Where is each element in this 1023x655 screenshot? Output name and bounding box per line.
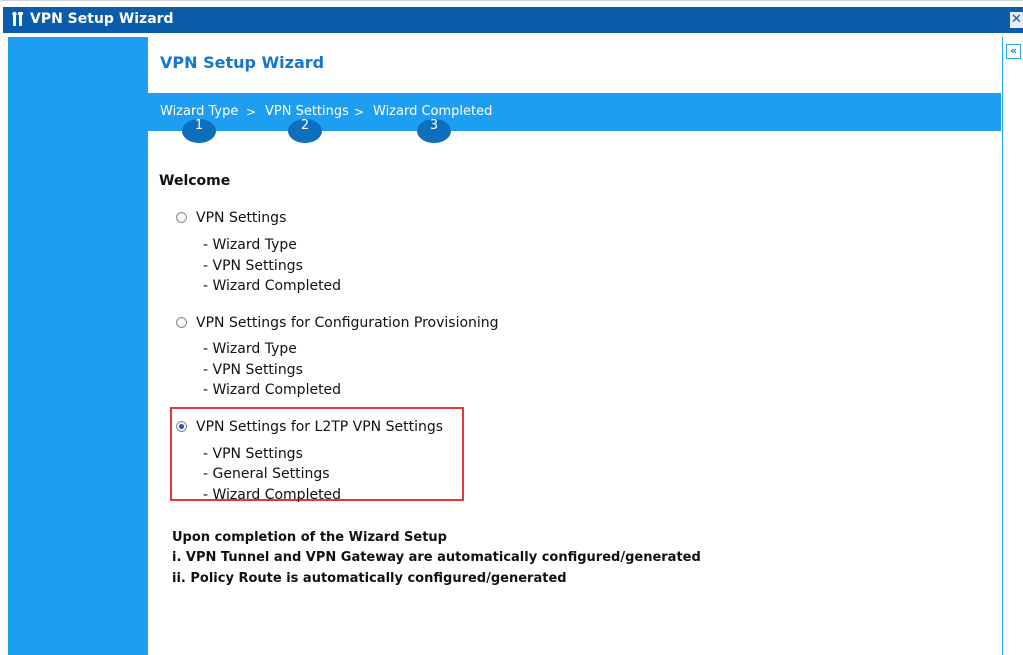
wizard-steps-bar: Wizard Type 1 > VPN Settings 2 > Wizard … [148,93,1001,143]
step-number-badge: 3 [417,119,451,143]
wizard-content: VPN Setup Wizard Wizard Type 1 > VPN Set… [148,37,1001,655]
right-side-bar: « [1002,37,1023,655]
option-sub-item: - Wizard Completed [203,487,342,503]
completion-note-line: ii. Policy Route is automatically config… [172,571,567,586]
option-sub-item: - Wizard Completed [203,278,342,294]
welcome-heading: Welcome [159,173,231,189]
step-number-badge: 2 [288,119,322,143]
radio-config-provisioning[interactable] [176,317,187,328]
wizard-window: VPN Setup Wizard ✕ VPN Setup Wizard Wiza… [0,0,1023,655]
option-sub-item: - Wizard Type [203,237,297,253]
step-number-badge: 1 [182,119,216,143]
completion-note-heading: Upon completion of the Wizard Setup [172,530,447,545]
option-sub-item: - Wizard Completed [203,382,342,398]
step-separator-icon: > [354,105,365,119]
option-label[interactable]: VPN Settings [196,210,286,226]
close-icon[interactable]: ✕ [1010,12,1023,28]
step-separator-icon: > [246,105,257,119]
option-sub-item: - VPN Settings [203,258,303,274]
title-bar: VPN Setup Wizard ✕ [0,0,1023,33]
option-label[interactable]: VPN Settings for Configuration Provision… [196,315,499,331]
option-label[interactable]: VPN Settings for L2TP VPN Settings [196,419,443,435]
completion-note-line: i. VPN Tunnel and VPN Gateway are automa… [172,550,701,565]
radio-vpn-settings[interactable] [176,212,187,223]
option-sub-item: - General Settings [203,466,330,482]
option-sub-item: - VPN Settings [203,362,303,378]
window-title: VPN Setup Wizard [30,11,174,27]
wizard-tools-icon [10,11,28,27]
page-title: VPN Setup Wizard [160,53,325,72]
option-sub-item: - Wizard Type [203,341,297,357]
option-sub-item: - VPN Settings [203,446,303,462]
left-side-panel [8,37,148,655]
radio-l2tp-vpn-settings[interactable] [176,421,187,432]
double-chevron-left-icon[interactable]: « [1006,44,1021,59]
